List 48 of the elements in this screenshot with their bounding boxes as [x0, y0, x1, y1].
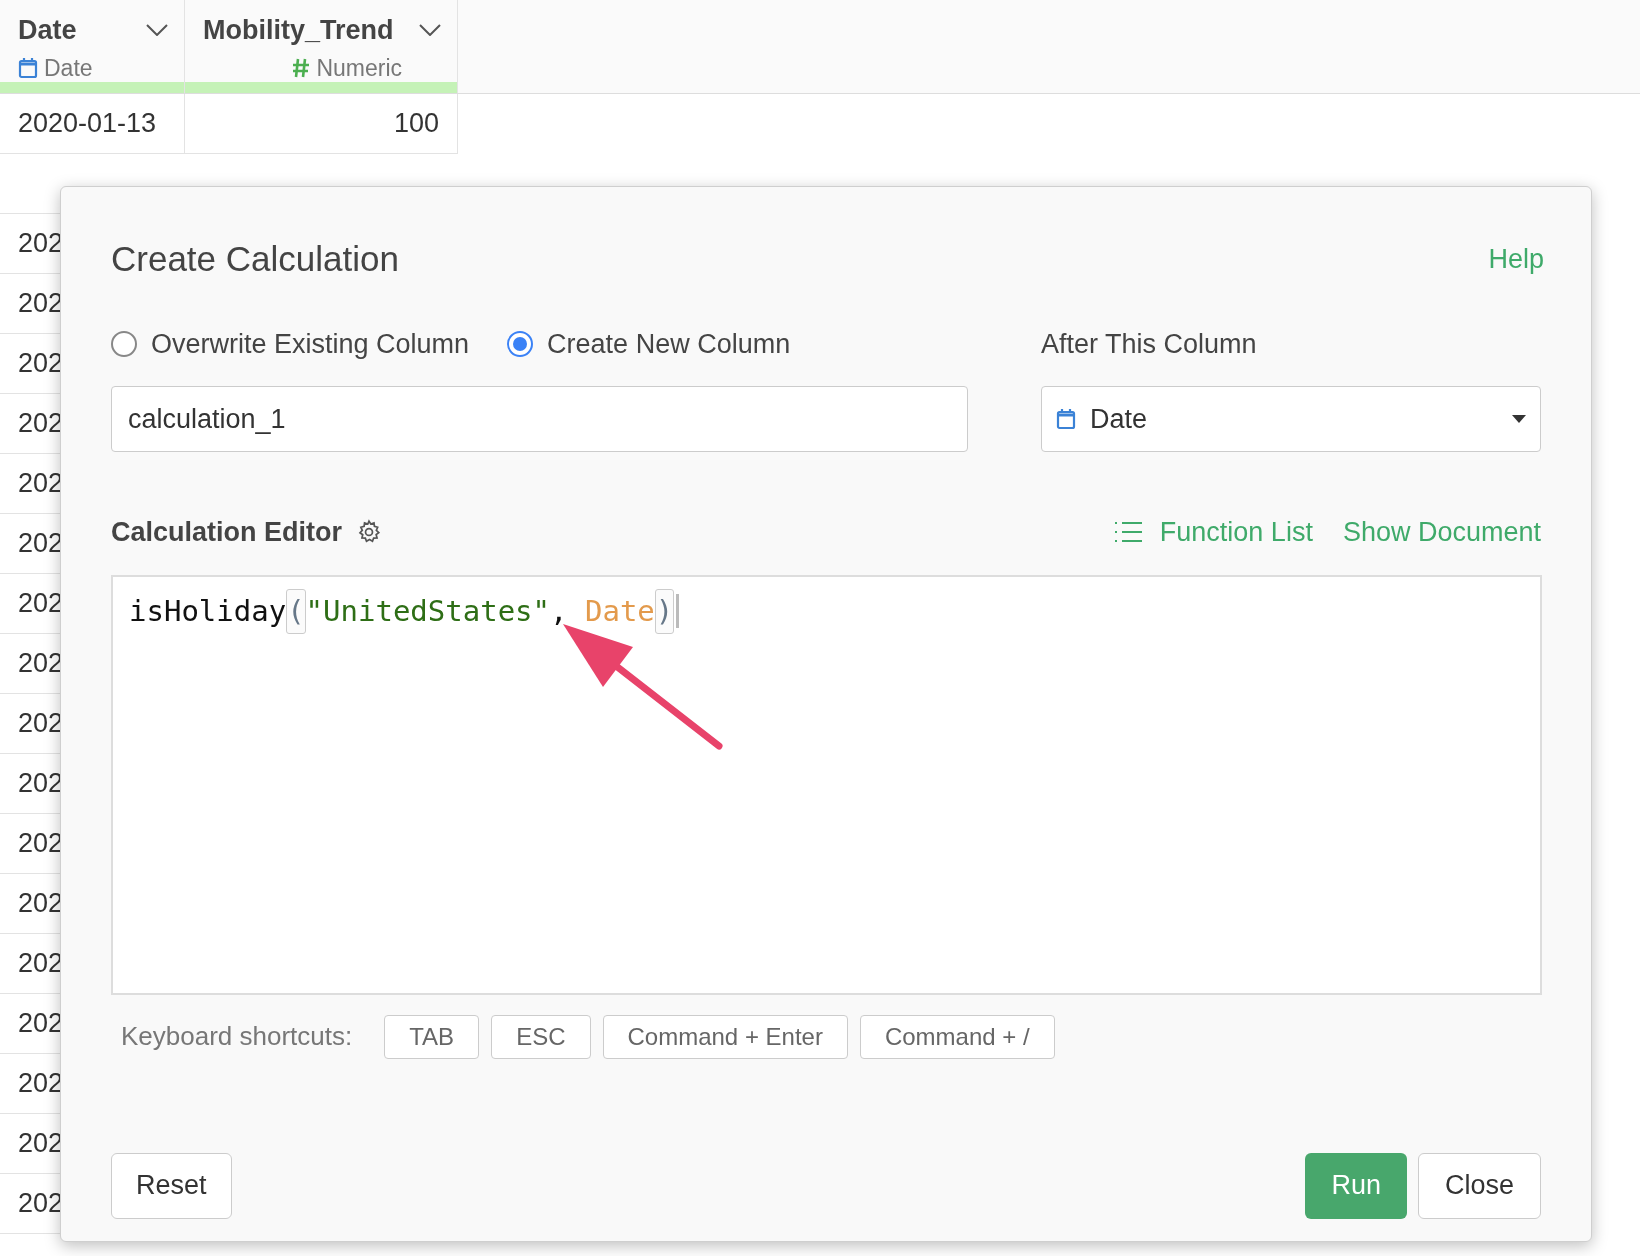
dialog-title: Create Calculation: [111, 238, 399, 280]
radio-label: Overwrite Existing Column: [151, 327, 470, 361]
table-cell-text: 202: [18, 347, 64, 381]
shortcut-key: Command + /: [859, 1014, 1055, 1059]
section-label: Calculation Editor: [111, 516, 343, 549]
table-cell-text: 202: [18, 227, 64, 261]
shortcut-key: Command + Enter: [602, 1014, 848, 1059]
table-cell-text: 202: [18, 887, 64, 921]
shortcuts-label: Keyboard shortcuts:: [121, 1020, 353, 1053]
table-cell-text: 202: [18, 1187, 64, 1221]
column-title: Date: [18, 14, 77, 47]
close-button[interactable]: Close: [1417, 1152, 1541, 1219]
reset-button[interactable]: Reset: [111, 1152, 232, 1219]
table-cell-text: 202: [18, 527, 64, 561]
radio-button[interactable]: [111, 330, 137, 357]
column-dropdown[interactable]: Date: [1041, 386, 1541, 452]
table-cell-text: 202: [18, 407, 64, 441]
field-label: After This Column: [1041, 327, 1257, 361]
column-name-field[interactable]: calculation_1: [111, 386, 968, 452]
calendar-icon: [1056, 408, 1076, 430]
table-cell-text: 202: [18, 827, 64, 861]
table-cell-text: 2020-01-13: [18, 107, 157, 141]
column-type: Date: [44, 53, 93, 83]
code-line: isHoliday("UnitedStates", Date): [129, 588, 1524, 634]
hash-icon: [292, 57, 311, 78]
table-cell-text: 202: [18, 587, 64, 621]
table-cell-text: 202: [18, 1127, 64, 1161]
calendar-icon: [18, 56, 38, 79]
table-cell-text: 202: [18, 287, 64, 321]
table-cell-text: 202: [18, 1007, 64, 1041]
table-cell-text: 202: [18, 947, 64, 981]
code-editor[interactable]: isHoliday("UnitedStates", Date): [111, 574, 1542, 995]
table-cell-text: 202: [18, 767, 64, 801]
list-icon: [1113, 521, 1142, 544]
chevron-icon[interactable]: [419, 24, 441, 37]
table-cell-text: 202: [18, 647, 64, 681]
shortcut-key: ESC: [491, 1014, 591, 1059]
shortcut-key: TAB: [384, 1014, 480, 1059]
table-cell-text: 100: [393, 107, 439, 141]
column-type: Numeric: [316, 53, 402, 83]
table-cell-text: 202: [18, 707, 64, 741]
table-cell-text: 202: [18, 467, 64, 501]
table-cell-text: 202: [18, 1067, 64, 1101]
chevron-icon[interactable]: [146, 24, 168, 37]
radio-label: Create New Column: [547, 327, 791, 361]
radio-button[interactable]: [507, 330, 534, 357]
caret-icon: [1512, 415, 1526, 423]
column-title: Mobility_Trend: [203, 14, 394, 47]
